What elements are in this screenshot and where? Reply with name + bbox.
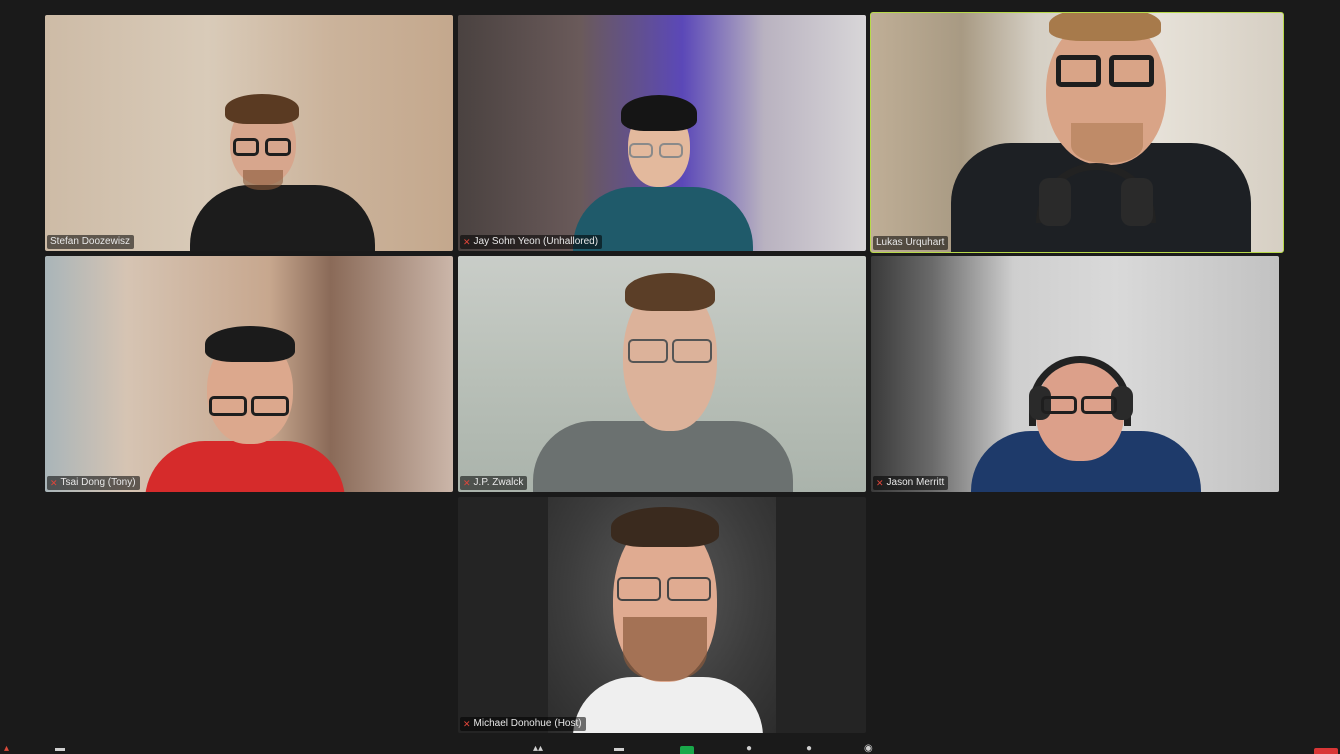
video-tile-3[interactable]: Lukas Urquhart [870, 12, 1284, 253]
name-tag: Lukas Urquhart [873, 236, 949, 250]
participant-name: Tsai Dong (Tony) [60, 477, 136, 488]
participant-name: Jay Sohn Yeon (Unhallored) [473, 236, 599, 247]
participant-video [931, 13, 1281, 252]
participant-name: Jason Merritt [886, 477, 945, 488]
video-tile-2[interactable]: ✕ Jay Sohn Yeon (Unhallored) [458, 15, 866, 251]
name-tag: ✕ Jason Merritt [873, 476, 949, 490]
participants-icon[interactable]: ▴▴ [533, 744, 543, 754]
leave-button[interactable] [1314, 748, 1338, 754]
video-tile-1[interactable]: Stefan Doozewisz [45, 15, 453, 251]
participant-name: Lukas Urquhart [876, 237, 945, 248]
share-screen-icon[interactable] [680, 746, 694, 754]
participant-video [573, 95, 753, 251]
participant-video [185, 90, 385, 251]
reactions-icon[interactable]: ● [806, 744, 812, 754]
video-icon[interactable]: ▬ [55, 744, 65, 754]
name-tag: ✕ Tsai Dong (Tony) [47, 476, 140, 490]
participant-video [573, 507, 763, 733]
record-icon[interactable]: ● [746, 744, 752, 754]
participant-video [971, 356, 1221, 492]
mic-muted-icon: ✕ [876, 478, 884, 488]
mic-muted-icon: ✕ [463, 237, 471, 247]
video-tile-4[interactable]: ✕ Tsai Dong (Tony) [45, 256, 453, 492]
meeting-toolbar: ▴ ▬ ▴▴ ▬ ● ● ◉ [0, 740, 1340, 754]
video-tile-6[interactable]: ✕ Jason Merritt [871, 256, 1279, 492]
mic-muted-icon: ✕ [463, 478, 471, 488]
apps-icon[interactable]: ◉ [864, 744, 873, 754]
mic-muted-icon: ✕ [463, 719, 471, 729]
name-tag: ✕ J.P. Zwalck [460, 476, 528, 490]
participant-video [145, 326, 345, 492]
mic-muted-icon: ✕ [50, 478, 58, 488]
video-tile-7[interactable]: ✕ Michael Donohue (Host) [458, 497, 866, 733]
mic-icon[interactable]: ▴ [4, 744, 9, 754]
participant-name: Stefan Doozewisz [50, 236, 131, 247]
participant-name: J.P. Zwalck [473, 477, 524, 488]
name-tag: Stefan Doozewisz [47, 235, 135, 249]
name-tag: ✕ Jay Sohn Yeon (Unhallored) [460, 235, 603, 249]
participant-name: Michael Donohue [473, 718, 552, 729]
video-tile-5[interactable]: ✕ J.P. Zwalck [458, 256, 866, 492]
name-tag: ✕ Michael Donohue (Host) [460, 717, 586, 731]
participant-video [533, 271, 793, 492]
host-badge: (Host) [554, 718, 582, 729]
chat-icon[interactable]: ▬ [614, 744, 624, 754]
